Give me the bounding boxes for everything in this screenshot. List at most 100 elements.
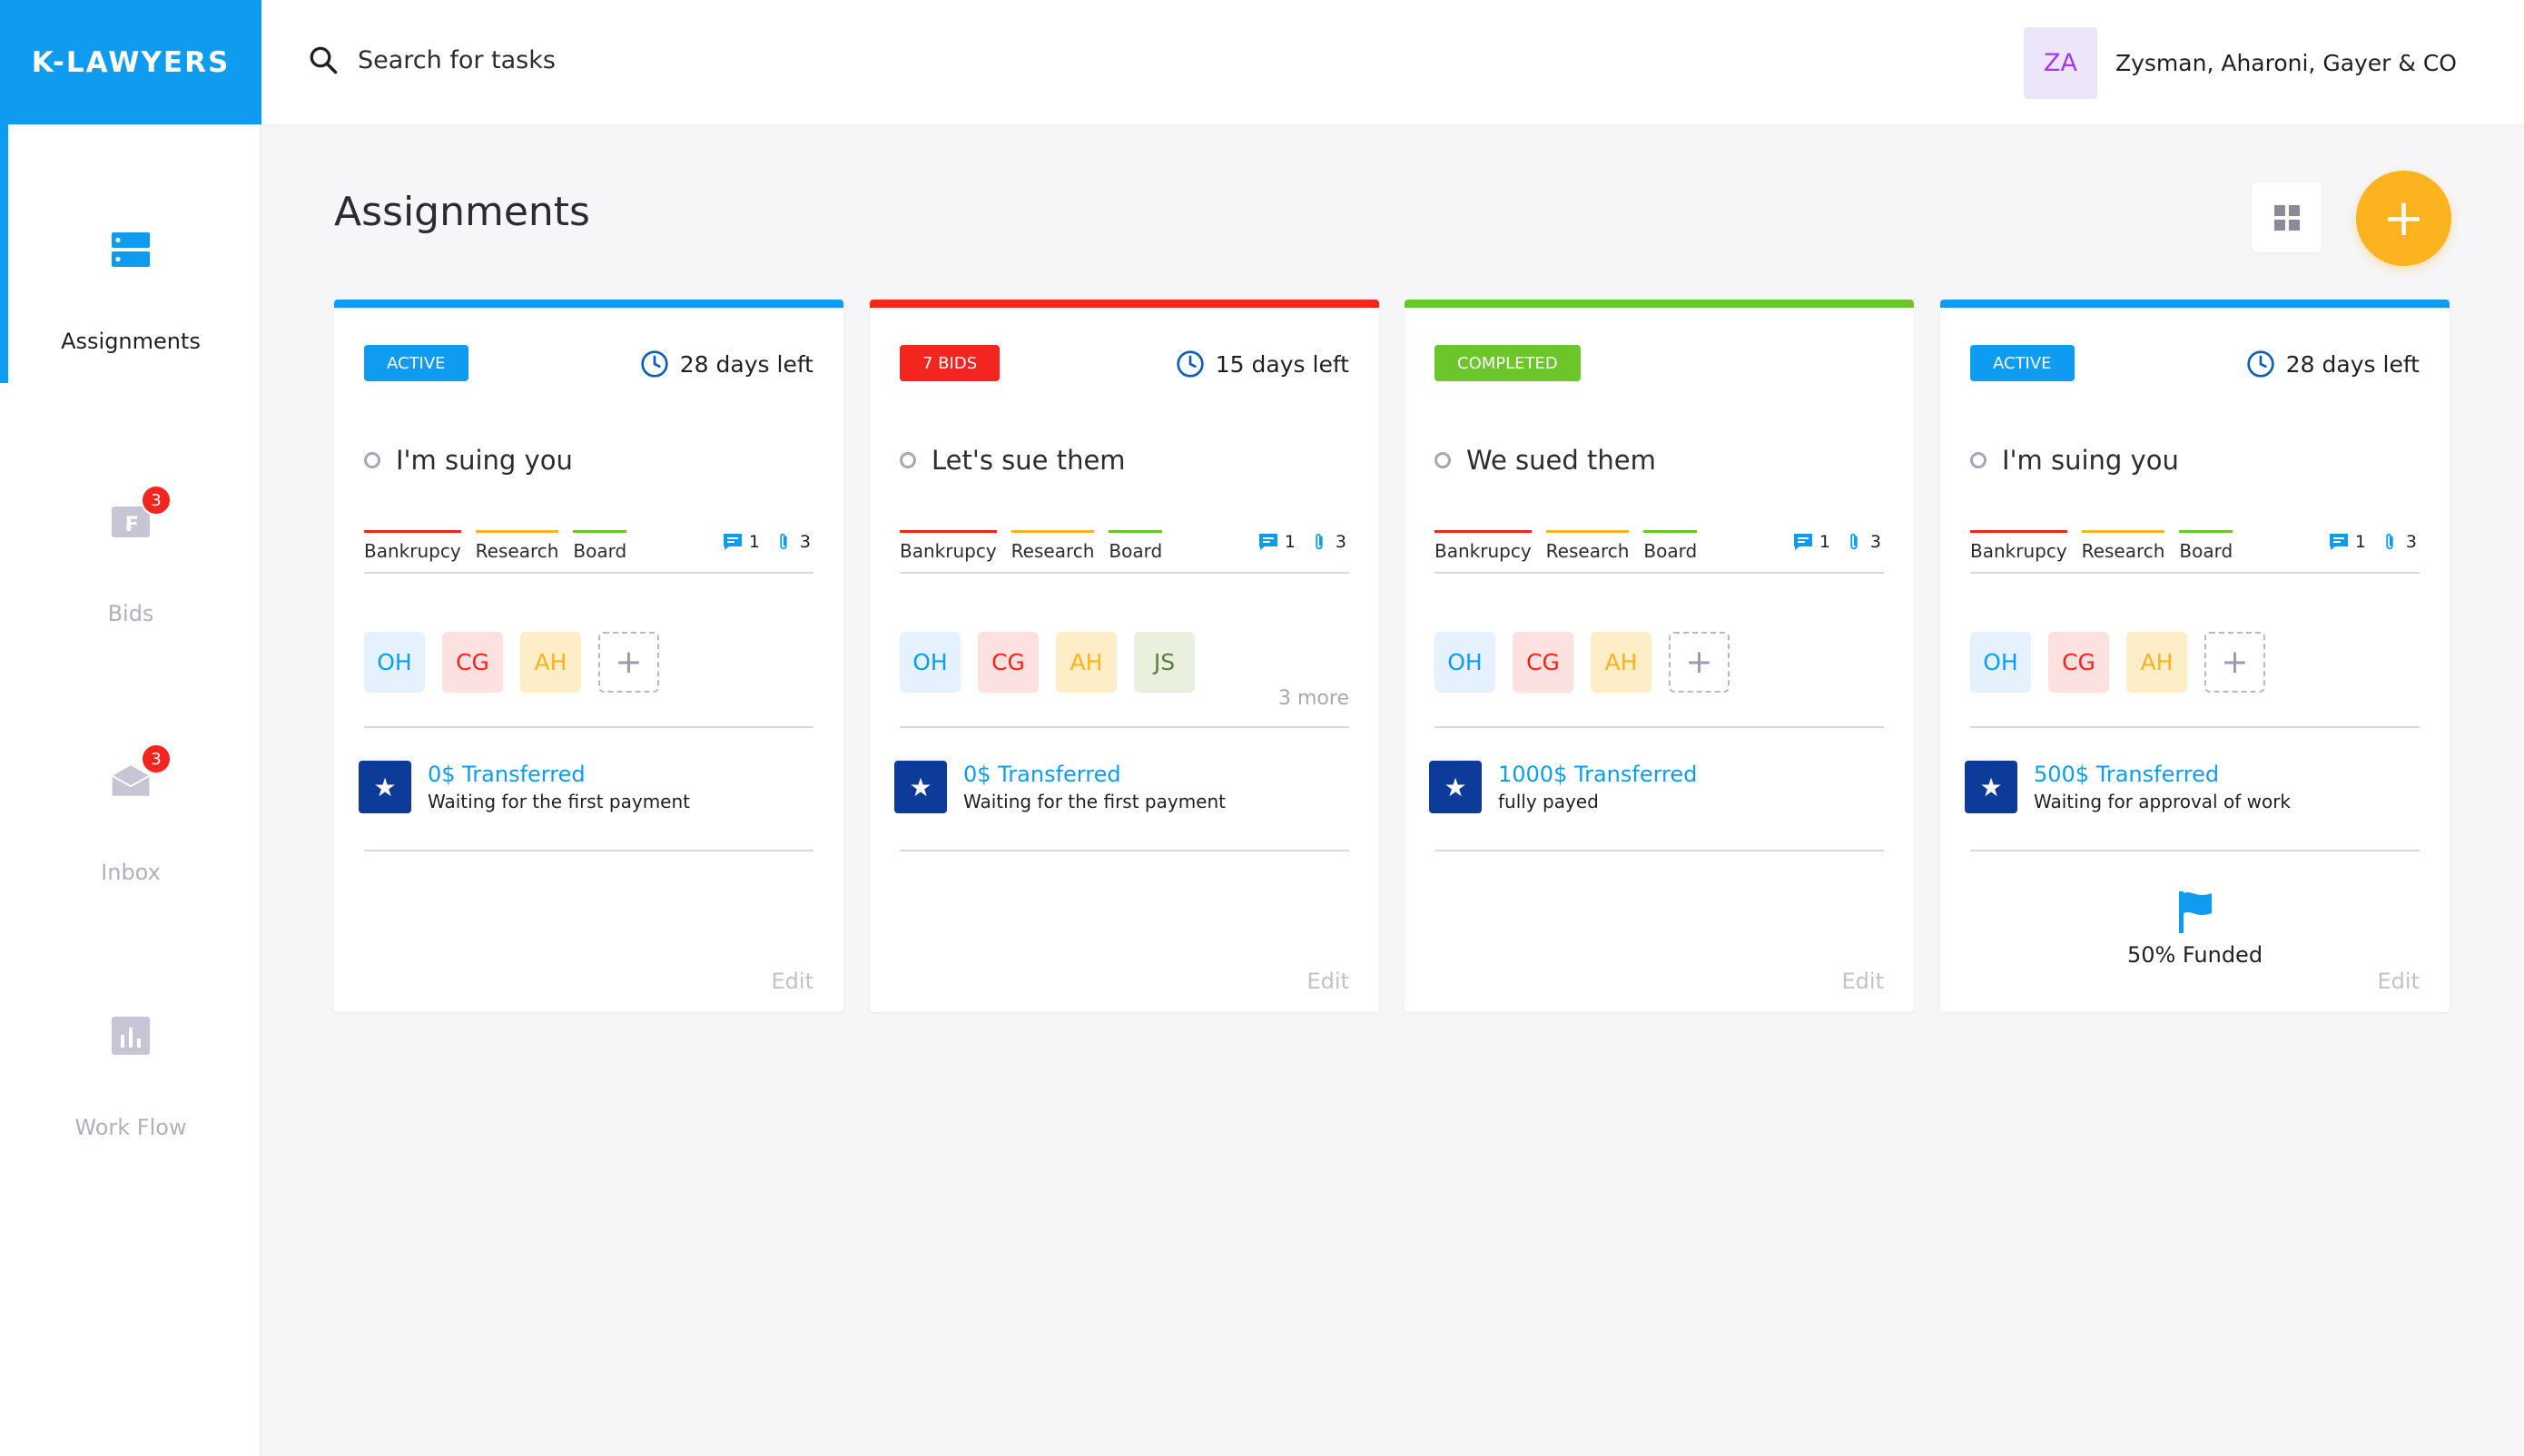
days-left: 28 days left	[640, 349, 813, 379]
user-name: Zysman, Aharoni, Gayer & CO	[2115, 50, 2457, 76]
tag[interactable]: Bankrupcy	[1435, 530, 1532, 562]
card-title-text: Let's sue them	[932, 445, 1126, 476]
tag[interactable]: Bankrupcy	[1970, 530, 2067, 562]
comment-count: 1	[1819, 532, 1830, 552]
grid-icon	[2273, 204, 2300, 231]
tag[interactable]: Board	[2179, 530, 2233, 562]
card-title[interactable]: We sued them	[1435, 445, 1656, 476]
card-accent-line	[1405, 300, 1914, 308]
divider	[364, 572, 813, 574]
assignment-card[interactable]: 7 BIDS 15 days left Let's sue them Bankrupc…	[870, 300, 1379, 1012]
transferred-amount[interactable]: 0$ Transferred	[428, 762, 690, 787]
status-badge: 7 BIDS	[900, 345, 1001, 381]
assignee-avatar[interactable]: CG	[978, 632, 1039, 693]
sidebar-item-workflow[interactable]: Work Flow	[0, 1015, 261, 1140]
assignee-avatar[interactable]: AH	[520, 632, 581, 693]
tag[interactable]: Bankrupcy	[900, 530, 997, 562]
tag-list: Bankrupcy Research Board	[364, 530, 641, 562]
divider	[1435, 726, 1884, 728]
more-assignees-link[interactable]: 3 more	[1278, 687, 1349, 710]
card-title[interactable]: I'm suing you	[1970, 445, 2179, 476]
assignment-card[interactable]: ACTIVE 28 days left I'm suing you Bankrupcy…	[334, 300, 843, 1012]
divider	[900, 850, 1349, 851]
edit-button[interactable]: Edit	[772, 969, 813, 994]
assignee-avatar[interactable]: JS	[1134, 632, 1195, 693]
search-bar[interactable]	[307, 44, 812, 76]
card-title[interactable]: Let's sue them	[900, 445, 1126, 476]
sidebar-item-inbox[interactable]: 3 Inbox	[0, 743, 261, 885]
attachment-icon	[2386, 533, 2393, 550]
days-left-text: 28 days left	[679, 350, 813, 378]
tag-list: Bankrupcy Research Board	[1970, 530, 2247, 562]
clock-icon	[1177, 350, 1204, 378]
sidebar-item-label: Inbox	[101, 860, 161, 885]
tag-list: Bankrupcy Research Board	[1435, 530, 1711, 562]
tag[interactable]: Board	[1643, 530, 1698, 562]
assignee-avatar[interactable]: OH	[900, 632, 961, 693]
add-assignment-button[interactable]: +	[2356, 171, 2451, 266]
add-assignee-button[interactable]: +	[598, 632, 659, 693]
status-badge: ACTIVE	[1970, 345, 2075, 381]
card-counts: 13	[1792, 532, 1881, 552]
card-counts: 13	[1257, 532, 1346, 552]
transferred-amount[interactable]: 500$ Transferred	[2034, 762, 2291, 787]
status-badge: ACTIVE	[364, 345, 468, 381]
divider	[1970, 572, 2420, 574]
add-assignee-button[interactable]: +	[2204, 632, 2265, 693]
tag[interactable]: Research	[2081, 530, 2165, 562]
tag[interactable]: Board	[1109, 530, 1163, 562]
tag[interactable]: Bankrupcy	[364, 530, 461, 562]
assignee-avatar[interactable]: OH	[1435, 632, 1495, 693]
tag[interactable]: Research	[1545, 530, 1630, 562]
assignee-avatar[interactable]: CG	[2048, 632, 2109, 693]
edit-button[interactable]: Edit	[2378, 969, 2420, 994]
edit-button[interactable]: Edit	[1842, 969, 1884, 994]
clock-icon	[641, 350, 668, 378]
transferred-amount[interactable]: 0$ Transferred	[963, 762, 1226, 787]
assignee-avatar[interactable]: AH	[1056, 632, 1117, 693]
add-assignee-button[interactable]: +	[1669, 632, 1730, 693]
sidebar-item-assignments[interactable]: Assignments	[0, 229, 261, 354]
search-input[interactable]	[358, 45, 812, 74]
app-logo[interactable]: K-LAWYERS	[0, 0, 261, 124]
divider	[900, 572, 1349, 574]
edit-button[interactable]: Edit	[1307, 969, 1349, 994]
tag[interactable]: Research	[1011, 530, 1095, 562]
funded-indicator: 50% Funded	[1940, 890, 2450, 968]
transferred-amount[interactable]: 1000$ Transferred	[1498, 762, 1697, 787]
avatar[interactable]: ZA	[2023, 27, 2097, 99]
card-title-text: I'm suing you	[396, 445, 573, 476]
card-counts: 13	[722, 532, 811, 552]
status-circle-icon	[1970, 452, 1987, 468]
assignee-avatar[interactable]: CG	[1513, 632, 1573, 693]
card-counts: 13	[2328, 532, 2417, 552]
assignee-avatar[interactable]: CG	[442, 632, 503, 693]
card-title-text: I'm suing you	[2002, 445, 2179, 476]
workflow-icon	[110, 1015, 152, 1057]
star-icon: ★	[1965, 761, 2017, 813]
divider	[364, 850, 813, 851]
days-left-text: 15 days left	[1215, 350, 1349, 378]
card-title-text: We sued them	[1466, 445, 1656, 476]
assignment-card[interactable]: ACTIVE 28 days left I'm suing you Bankrupcy…	[1940, 300, 2450, 1012]
tag[interactable]: Research	[475, 530, 559, 562]
attachment-icon	[1316, 533, 1323, 550]
assignment-card[interactable]: COMPLETED We sued them Bankrupcy Research Bo…	[1405, 300, 1914, 1012]
assignee-avatar[interactable]: AH	[2126, 632, 2187, 693]
star-icon: ★	[359, 761, 411, 813]
comment-count: 1	[748, 532, 760, 552]
assignee-avatar[interactable]: OH	[1970, 632, 2031, 693]
clock-icon	[2247, 350, 2274, 378]
bids-badge: 3	[141, 485, 172, 516]
assignments-icon	[110, 229, 152, 271]
assignee-avatar[interactable]: OH	[364, 632, 425, 693]
tag-list: Bankrupcy Research Board	[900, 530, 1177, 562]
attachment-count: 3	[799, 532, 811, 552]
assignee-list: OH CG AH +	[1435, 632, 1747, 693]
grid-view-button[interactable]	[2252, 182, 2322, 252]
tag[interactable]: Board	[573, 530, 627, 562]
assignee-avatar[interactable]: AH	[1591, 632, 1651, 693]
card-title[interactable]: I'm suing you	[364, 445, 573, 476]
user-menu[interactable]: ZA Zysman, Aharoni, Gayer & CO	[2023, 27, 2457, 99]
sidebar-item-bids[interactable]: ₣ 3 Bids	[0, 485, 261, 626]
